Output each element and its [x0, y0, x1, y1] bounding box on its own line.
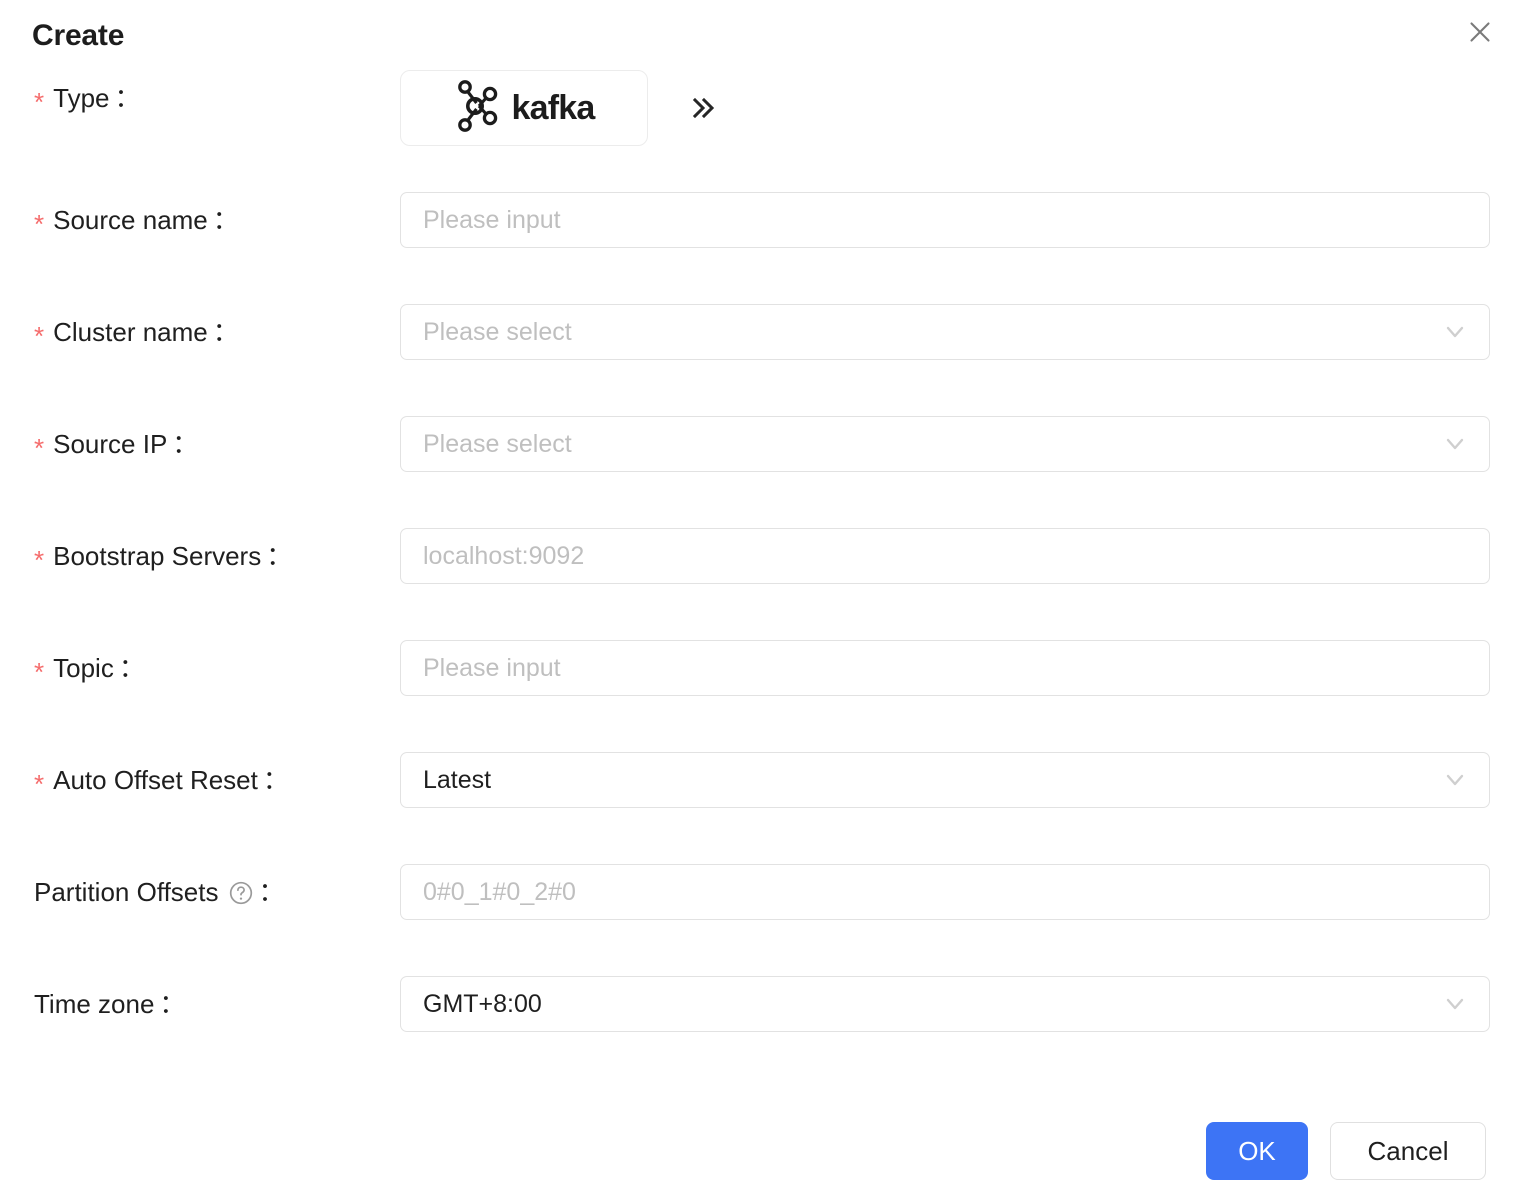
label-source-ip: * Source IP：: [34, 416, 198, 472]
required-asterisk: *: [34, 769, 45, 799]
label-topic-text: Topic: [53, 653, 114, 683]
label-colon: ：: [258, 877, 285, 907]
control-time-zone: GMT+8:00: [400, 976, 1490, 1032]
label-partition-offsets-text: Partition Offsets: [34, 877, 219, 907]
form-row-auto-offset-reset: * Auto Offset Reset： Latest: [0, 752, 1518, 864]
double-chevron-right-icon[interactable]: [682, 88, 722, 128]
label-colon: ：: [212, 205, 239, 235]
control-partition-offsets: 0#0_1#0_2#0: [400, 864, 1490, 920]
label-time-zone: Time zone：: [34, 976, 185, 1032]
ok-button[interactable]: OK: [1206, 1122, 1308, 1180]
form-row-time-zone: Time zone： GMT+8:00: [0, 976, 1518, 1088]
label-source-name: * Source name：: [34, 192, 239, 248]
source-name-input[interactable]: Please input: [400, 192, 1490, 248]
control-source-name: Please input: [400, 192, 1490, 248]
form-row-bootstrap-servers: * Bootstrap Servers： localhost:9092: [0, 528, 1518, 640]
label-colon: ：: [118, 653, 145, 683]
bootstrap-servers-input[interactable]: localhost:9092: [400, 528, 1490, 584]
control-bootstrap-servers: localhost:9092: [400, 528, 1490, 584]
label-colon: ：: [114, 83, 141, 113]
type-option-kafka[interactable]: kafka: [400, 70, 648, 146]
topic-input[interactable]: Please input: [400, 640, 1490, 696]
label-type: * Type ：: [34, 70, 141, 126]
dialog-header: Create: [0, 0, 1518, 70]
label-colon: ：: [172, 429, 199, 459]
label-colon: ：: [212, 317, 239, 347]
required-asterisk: *: [34, 657, 45, 687]
close-icon[interactable]: [1458, 10, 1502, 54]
required-asterisk: *: [34, 433, 45, 463]
create-source-form: * Type ： kafka * Source name ： Please in…: [0, 70, 1518, 1088]
label-source-name-text: Source name: [53, 205, 208, 235]
source-ip-select[interactable]: Please select: [400, 416, 1490, 472]
form-row-type: * Type ： kafka: [0, 70, 1518, 192]
create-source-dialog: Create * Type ： kafka * Source name ： Pl…: [0, 0, 1518, 1202]
control-source-ip: Please select: [400, 416, 1490, 472]
control-cluster-name: Please select: [400, 304, 1490, 360]
page-title: Create: [32, 19, 125, 52]
label-topic: * Topic：: [34, 640, 145, 696]
required-asterisk: *: [34, 87, 45, 117]
help-circle-icon[interactable]: [228, 880, 254, 906]
label-type-text: Type: [53, 83, 110, 113]
label-auto-offset-reset-text: Auto Offset Reset: [53, 765, 258, 795]
label-colon: ：: [262, 765, 289, 795]
form-row-partition-offsets: Partition Offsets ： 0#0_1#0_2#0: [0, 864, 1518, 976]
type-selector: kafka: [400, 70, 722, 146]
required-asterisk: *: [34, 321, 45, 351]
required-asterisk: *: [34, 209, 45, 239]
label-partition-offsets: Partition Offsets ：: [34, 864, 285, 920]
label-bootstrap-servers-text: Bootstrap Servers: [53, 541, 262, 571]
label-source-ip-text: Source IP: [53, 429, 168, 459]
label-cluster-name-text: Cluster name: [53, 317, 208, 347]
label-time-zone-text: Time zone: [34, 989, 155, 1019]
type-option-kafka-label: kafka: [511, 88, 596, 127]
form-row-source-ip: * Source IP： Please select: [0, 416, 1518, 528]
control-auto-offset-reset: Latest: [400, 752, 1490, 808]
form-row-topic: * Topic： Please input: [0, 640, 1518, 752]
control-topic: Please input: [400, 640, 1490, 696]
label-bootstrap-servers: * Bootstrap Servers：: [34, 528, 292, 584]
auto-offset-reset-select[interactable]: Latest: [400, 752, 1490, 808]
required-asterisk: *: [34, 545, 45, 575]
kafka-logo-icon: [454, 79, 498, 138]
label-colon: ：: [266, 541, 293, 571]
label-auto-offset-reset: * Auto Offset Reset：: [34, 752, 289, 808]
form-row-cluster-name: * Cluster name： Please select: [0, 304, 1518, 416]
time-zone-select[interactable]: GMT+8:00: [400, 976, 1490, 1032]
cancel-button[interactable]: Cancel: [1330, 1122, 1486, 1180]
cluster-name-select[interactable]: Please select: [400, 304, 1490, 360]
partition-offsets-input[interactable]: 0#0_1#0_2#0: [400, 864, 1490, 920]
form-row-source-name: * Source name： Please input: [0, 192, 1518, 304]
dialog-footer: OK Cancel: [1206, 1122, 1486, 1180]
label-colon: ：: [159, 989, 186, 1019]
label-cluster-name: * Cluster name：: [34, 304, 239, 360]
form-rows: * Source name： Please input * Cluster name： P…: [0, 192, 1518, 1088]
